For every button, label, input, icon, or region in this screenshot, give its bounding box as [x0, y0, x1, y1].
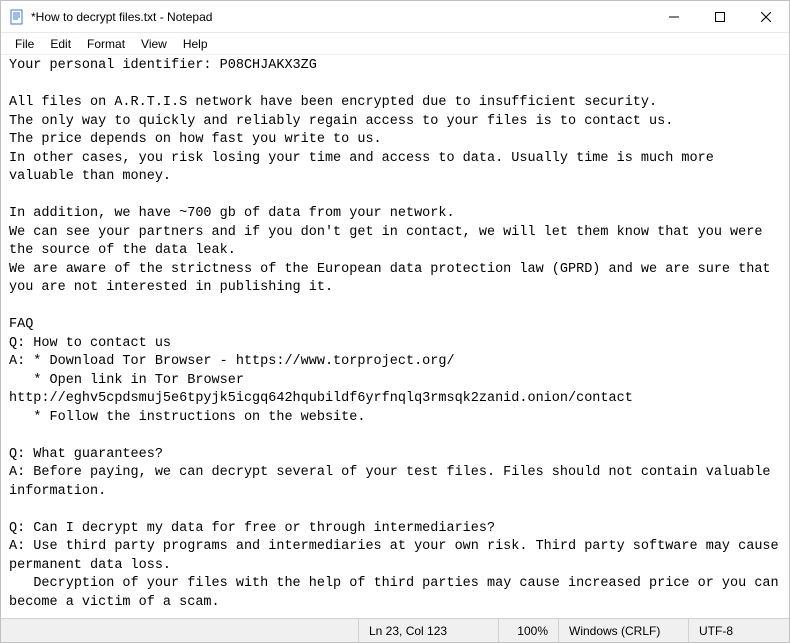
status-encoding: UTF-8 — [689, 619, 789, 642]
status-zoom: 100% — [499, 619, 559, 642]
notepad-window: *How to decrypt files.txt - Notepad File… — [0, 0, 790, 643]
maximize-button[interactable] — [697, 1, 743, 32]
menu-view[interactable]: View — [133, 35, 175, 53]
menu-edit[interactable]: Edit — [42, 35, 79, 53]
minimize-button[interactable] — [651, 1, 697, 32]
status-line-ending: Windows (CRLF) — [559, 619, 689, 642]
menu-bar: File Edit Format View Help — [1, 33, 789, 55]
menu-format[interactable]: Format — [79, 35, 133, 53]
title-bar: *How to decrypt files.txt - Notepad — [1, 1, 789, 33]
menu-file[interactable]: File — [7, 35, 42, 53]
status-bar: Ln 23, Col 123 100% Windows (CRLF) UTF-8 — [1, 618, 789, 642]
window-controls — [651, 1, 789, 32]
menu-help[interactable]: Help — [175, 35, 216, 53]
close-button[interactable] — [743, 1, 789, 32]
window-title: *How to decrypt files.txt - Notepad — [31, 10, 651, 24]
status-cursor-position: Ln 23, Col 123 — [359, 619, 499, 642]
status-spacer — [1, 619, 359, 642]
notepad-icon — [9, 9, 25, 25]
text-area[interactable]: Your personal identifier: P08CHJAKX3ZG A… — [1, 55, 789, 618]
